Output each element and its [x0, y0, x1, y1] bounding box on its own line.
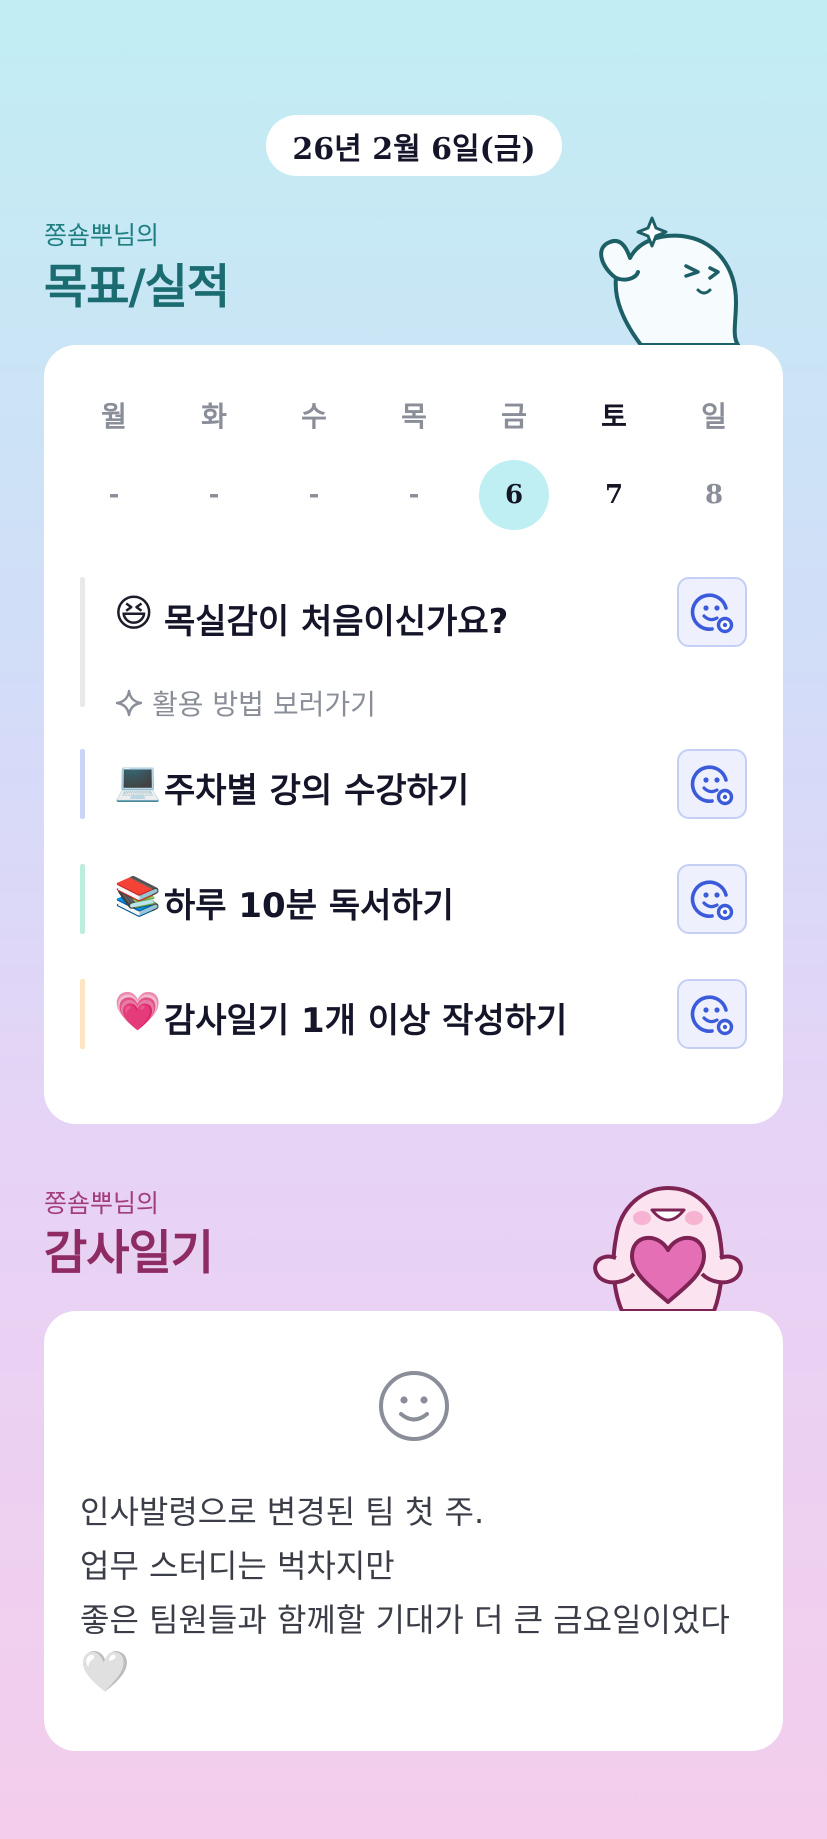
goal-reaction-button[interactable]: [677, 749, 747, 819]
how-to-use-link[interactable]: 활용 방법 보러가기: [114, 683, 376, 723]
diary-line: 좋은 팀원들과 함께할 기대가 더 큰 금요일이었다: [80, 1601, 730, 1639]
goal-color-bar: [80, 749, 85, 819]
smiley-add-icon: [690, 995, 734, 1036]
smiley-face-icon[interactable]: [377, 1369, 451, 1443]
goal-reaction-button[interactable]: [677, 577, 747, 647]
smiley-add-icon: [690, 593, 734, 634]
date-wed[interactable]: -: [279, 460, 349, 530]
diary-entry-text: 인사발령으로 변경된 팀 첫 주. 업무 스터디는 벅차지만 좋은 팀원들과 함…: [80, 1485, 760, 1647]
goal-item-gratitude[interactable]: 💗 감사일기 1개 이상 작성하기: [80, 979, 747, 1049]
weekday-fri: 금: [501, 400, 527, 433]
goals-title: 목표/실적: [44, 260, 230, 315]
date-thu[interactable]: -: [379, 460, 449, 530]
date-pill[interactable]: 26년 2월 6일(금): [266, 115, 562, 176]
date-mon[interactable]: -: [79, 460, 149, 530]
diary-line: 업무 스터디는 벅차지만: [80, 1547, 395, 1585]
goal-color-bar: [80, 577, 85, 707]
diary-card: 인사발령으로 변경된 팀 첫 주. 업무 스터디는 벅차지만 좋은 팀원들과 함…: [44, 1311, 783, 1751]
goal-label: 목실감이 처음이신가요?: [164, 602, 509, 642]
weekday-sun: 일: [701, 400, 727, 433]
goal-color-bar: [80, 979, 85, 1049]
goals-owner-label: 쫑숌뿌님의: [44, 221, 160, 250]
heart-mascot-illustration: [593, 1186, 743, 1313]
weekday-sat: 토: [601, 400, 627, 433]
weekday-tue: 화: [201, 400, 227, 433]
diary-title: 감사일기: [44, 1226, 214, 1281]
date-tue[interactable]: -: [179, 460, 249, 530]
goal-item-reading[interactable]: 📚 하루 10분 독서하기: [80, 864, 747, 934]
goal-reaction-button[interactable]: [677, 864, 747, 934]
diary-line: 인사발령으로 변경된 팀 첫 주.: [80, 1493, 485, 1531]
weekday-mon: 월: [101, 400, 127, 433]
waving-mascot-illustration: [599, 216, 740, 347]
weekday-thu: 목: [401, 400, 427, 433]
smiley-add-icon: [690, 880, 734, 921]
goal-reaction-button[interactable]: [677, 979, 747, 1049]
date-sun[interactable]: 8: [679, 460, 749, 530]
books-emoji-icon: 📚: [114, 874, 162, 918]
sparkle-icon: [115, 689, 143, 717]
pink-heart-emoji-icon: 💗: [114, 989, 162, 1033]
goal-item-lecture[interactable]: 💻 주차별 강의 수강하기: [80, 749, 747, 819]
white-heart-emoji-icon: 🤍: [80, 1649, 130, 1695]
laptop-emoji-icon: 💻: [114, 759, 162, 803]
goal-color-bar: [80, 864, 85, 934]
goal-item-onboarding[interactable]: 😆 목실감이 처음이신가요? 활용 방법 보러가기: [80, 577, 747, 721]
date-row: - - - - 6 7 8: [44, 460, 783, 530]
how-to-use-label: 활용 방법 보러가기: [152, 688, 376, 721]
smiley-add-icon: [690, 765, 734, 806]
goal-label: 감사일기 1개 이상 작성하기: [164, 1001, 568, 1041]
laughing-emoji-icon: 😆: [114, 591, 154, 635]
date-sat[interactable]: 7: [579, 460, 649, 530]
goal-label: 주차별 강의 수강하기: [164, 771, 470, 811]
weekday-row: 월 화 수 목 금 토 일: [44, 395, 783, 435]
date-fri-selected[interactable]: 6: [479, 460, 549, 530]
weekday-wed: 수: [301, 400, 327, 433]
goals-card: 월 화 수 목 금 토 일 - - - - 6 7 8 😆 목실감이 처음이신가…: [44, 345, 783, 1124]
goal-label: 하루 10분 독서하기: [164, 886, 454, 926]
